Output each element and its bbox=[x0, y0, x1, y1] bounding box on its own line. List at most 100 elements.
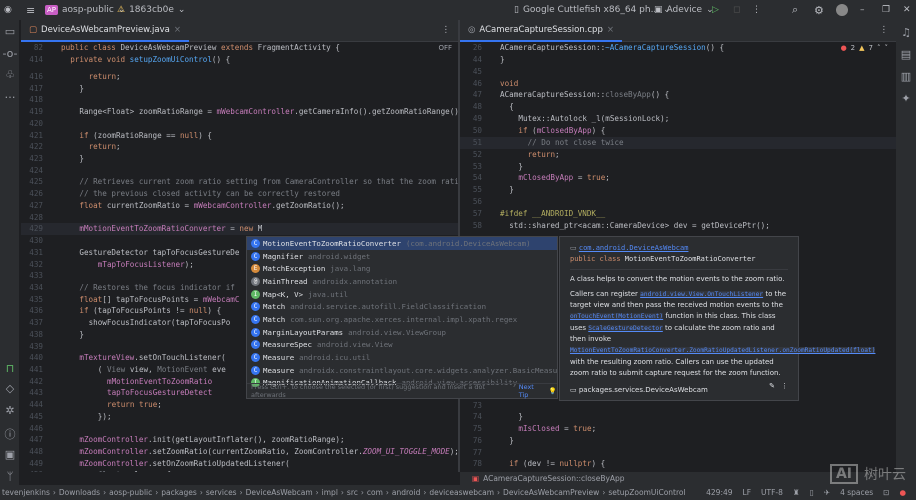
chevron-up-icon[interactable]: ˄ bbox=[877, 44, 881, 52]
maximize-icon[interactable]: ❐ bbox=[882, 5, 890, 15]
more-icon[interactable]: ⋮ bbox=[752, 5, 761, 15]
run-config-selector[interactable]: ▣ Adevice ⌄ bbox=[654, 5, 714, 15]
code-line: 423} bbox=[21, 153, 458, 165]
commit-icon[interactable]: -o- bbox=[0, 47, 20, 60]
class-icon: C bbox=[251, 238, 260, 248]
code-token: mMotionEventToZoomRatio bbox=[107, 376, 213, 386]
tab-device-as-webcam-preview[interactable]: ▢ DeviceAsWebcamPreview.java × bbox=[21, 20, 189, 42]
folder-icon[interactable]: ▭ bbox=[0, 25, 20, 38]
line-separator[interactable]: LF bbox=[743, 488, 752, 497]
close-tab-icon[interactable]: × bbox=[174, 25, 181, 35]
close-tab-icon[interactable]: × bbox=[607, 25, 614, 35]
inspection-widget[interactable]: ● 2 ▲ 7 ˄ ˅ bbox=[841, 44, 888, 52]
terminal-icon[interactable]: ▣ bbox=[0, 448, 20, 461]
completion-name: MatchException bbox=[263, 264, 326, 274]
breadcrumb-item[interactable]: setupZoomUiControl bbox=[608, 488, 685, 497]
run-icon[interactable]: ▷ bbox=[712, 5, 719, 15]
breadcrumb-item[interactable]: impl bbox=[322, 488, 338, 497]
structure-icon[interactable]: ♧ bbox=[0, 68, 20, 81]
device-selector[interactable]: ▯ Google Cuttlefish x86_64 ph... ⌄ bbox=[514, 5, 671, 15]
doc-link[interactable]: onTouchEvent(MotionEvent) bbox=[570, 313, 664, 321]
completion-item[interactable]: C MarginLayoutParams android.view.ViewGrou… bbox=[247, 326, 557, 339]
search-icon[interactable]: ⌕ bbox=[792, 3, 798, 17]
right-tab-bar: ◎ ACameraCaptureSession.cpp × ⋮ bbox=[460, 20, 896, 42]
error-notification-icon[interactable]: ● bbox=[899, 488, 906, 497]
lock-icon[interactable]: ⊡ bbox=[883, 488, 889, 497]
android-studio-icon: ◉ bbox=[4, 5, 12, 15]
package-link[interactable]: com.android.DeviceAsWebcam bbox=[579, 244, 689, 252]
chevron-down-icon[interactable]: ˅ bbox=[885, 44, 889, 52]
code-line: 47 ACameraCaptureSession::closeByApp() { bbox=[460, 89, 896, 101]
gem-icon[interactable]: ◇ bbox=[0, 382, 20, 395]
bug-icon[interactable]: ✲ bbox=[0, 404, 20, 417]
problems-icon[interactable]: ⓘ bbox=[0, 426, 20, 442]
power-save-icon[interactable]: ✈ bbox=[824, 488, 830, 497]
code-token: .init(getLayoutInflater(), zoomRatioRang… bbox=[147, 435, 345, 445]
documentation-popup: ▭ com.android.DeviceAsWebcam public clas… bbox=[559, 236, 876, 401]
branch-selector[interactable]: ⚠ 1863cb0e ⌄ bbox=[117, 5, 185, 15]
completion-item[interactable]: C Match android.service.autofill.FieldClas… bbox=[247, 300, 557, 313]
breadcrumb-item[interactable]: com bbox=[367, 488, 383, 497]
code-line: 426 // the previous closed activity can b… bbox=[21, 188, 458, 200]
breadcrumb-item[interactable]: ACameraCaptureSession::closeByApp bbox=[483, 474, 624, 483]
book-icon[interactable]: ▯ bbox=[810, 488, 814, 497]
completion-item[interactable]: C Measure android.icu.util bbox=[247, 351, 557, 364]
line-text: // the previous closed activity can be c… bbox=[79, 188, 340, 200]
completion-item[interactable]: I Map<K, V> java.util bbox=[247, 288, 557, 301]
inspection-icon[interactable]: ♜ bbox=[793, 488, 800, 497]
breadcrumb-item[interactable]: Downloads bbox=[59, 488, 100, 497]
line-number: 429 bbox=[29, 224, 43, 234]
minimize-icon[interactable]: – bbox=[860, 5, 865, 15]
code-token: MotionEvent bbox=[157, 365, 213, 374]
running-devices-icon[interactable]: ▥ bbox=[896, 70, 916, 83]
stop-icon[interactable]: ◻ bbox=[733, 5, 740, 15]
line-number: 51 bbox=[472, 137, 482, 147]
close-icon[interactable]: ✕ bbox=[903, 5, 911, 15]
code-line: 53} bbox=[460, 161, 896, 173]
more-icon[interactable]: ⋮ bbox=[781, 381, 788, 392]
breadcrumb-item[interactable]: src bbox=[347, 488, 358, 497]
doc-link[interactable]: ScaleGestureDetector bbox=[588, 324, 663, 332]
completion-item[interactable]: C MeasureSpec android.view.View bbox=[247, 339, 557, 352]
doc-link[interactable]: MotionEventToZoomRatioConverter.ZoomRati… bbox=[570, 347, 876, 355]
notifications-icon[interactable]: ♫ bbox=[896, 26, 916, 39]
device-manager-icon[interactable]: ▤ bbox=[896, 48, 916, 61]
breadcrumb-item[interactable]: deviceaswebcam bbox=[429, 488, 494, 497]
gemini-icon[interactable]: ✦ bbox=[896, 92, 916, 105]
edit-icon[interactable]: ✎ bbox=[769, 381, 775, 392]
completion-item[interactable]: E MatchException java.lang bbox=[247, 262, 557, 275]
project-selector[interactable]: AP aosp-public ⌄ bbox=[45, 5, 125, 15]
doc-link[interactable]: android.view.View.OnTouchListener bbox=[640, 290, 764, 298]
line-text: if (tapToFocusPoints != null) { bbox=[79, 305, 221, 317]
tab-acamera-capture-session[interactable]: ◎ ACameraCaptureSession.cpp × bbox=[460, 20, 622, 42]
breadcrumb-item[interactable]: DeviceAsWebcamPreview bbox=[503, 488, 599, 497]
breadcrumb-item[interactable]: aosp-public bbox=[109, 488, 152, 497]
breadcrumb-item[interactable]: packages bbox=[161, 488, 197, 497]
next-tip-link[interactable]: Next Tip bbox=[519, 383, 545, 399]
completion-item[interactable]: C MotionEventToZoomRatioConverter (com.and… bbox=[247, 237, 557, 250]
tab-options-icon[interactable]: ⋮ bbox=[442, 25, 451, 35]
breadcrumb-item[interactable]: tevenjenkins bbox=[2, 488, 50, 497]
main-menu-icon[interactable]: ≡ bbox=[26, 4, 35, 17]
breadcrumb-item[interactable]: DeviceAsWebcam bbox=[246, 488, 313, 497]
completion-item[interactable]: C Measure androidx.constraintlayout.core.w… bbox=[247, 364, 557, 377]
reader-mode-label[interactable]: OFF bbox=[438, 44, 452, 52]
watermark-text: 树叶云 bbox=[864, 467, 906, 483]
completion-item[interactable]: C Magnifier android.widget bbox=[247, 250, 557, 263]
file-encoding[interactable]: UTF-8 bbox=[761, 488, 783, 497]
breadcrumb-item[interactable]: services bbox=[206, 488, 237, 497]
breadcrumb-item[interactable]: android bbox=[392, 488, 420, 497]
more-tools-icon[interactable]: … bbox=[0, 88, 20, 101]
avatar[interactable] bbox=[836, 4, 848, 16]
code-token: float bbox=[79, 200, 107, 210]
completion-item[interactable]: C Match com.sun.org.apache.xerces.internal… bbox=[247, 313, 557, 326]
code-token: eve bbox=[212, 365, 226, 374]
completion-item[interactable]: @ MainThread androidx.annotation bbox=[247, 275, 557, 288]
indent-setting[interactable]: 4 spaces bbox=[840, 488, 873, 497]
android-icon[interactable]: ⊓ bbox=[0, 362, 20, 375]
completion-name: MotionEventToZoomRatioConverter bbox=[263, 238, 401, 248]
settings-icon[interactable]: ⚙ bbox=[814, 4, 824, 17]
tab-options-icon[interactable]: ⋮ bbox=[880, 25, 889, 35]
caret-position[interactable]: 429:49 bbox=[706, 488, 732, 497]
git-icon[interactable]: ᛘ bbox=[0, 470, 20, 483]
